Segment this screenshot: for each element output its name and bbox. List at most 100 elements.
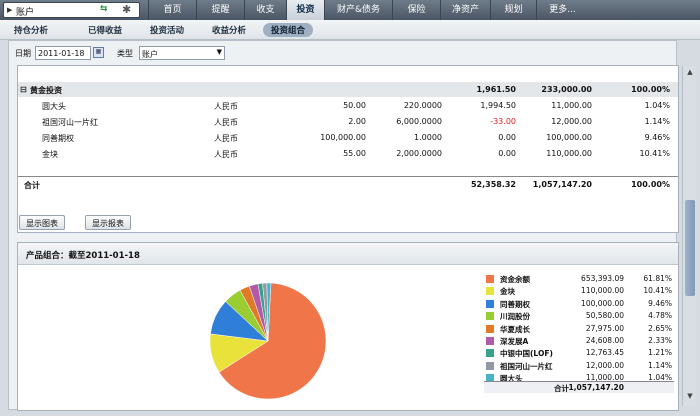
subnav-tab[interactable]: 持仓分析 [14, 24, 48, 36]
group-row: ⊟ 黄金投资 1,961.50 233,000.00 100.00% [18, 82, 678, 97]
legend-label: 资金余额 [500, 275, 530, 284]
legend-swatch [486, 349, 494, 358]
holdings-table: ⊟ 黄金投资 1,961.50 233,000.00 100.00% 圆大头 人民币 50.0… [17, 65, 679, 233]
type-select-value: 账户 [142, 50, 158, 59]
group-gain: 1,961.50 [476, 85, 516, 94]
legend-value: 100,000.00 [581, 298, 624, 308]
gear-icon[interactable]: ✱ [122, 3, 136, 17]
show-chart-button[interactable]: 显示图表 [19, 215, 65, 230]
group-value: 233,000.00 [541, 85, 592, 94]
legend-swatch [486, 361, 494, 370]
nav-item[interactable]: 更多... [536, 0, 588, 20]
gain: 0.00 [498, 133, 516, 142]
scroll-down-icon[interactable]: ▼ [685, 392, 695, 402]
legend-item: 华夏成长 27,975.00 2.65% [484, 323, 674, 335]
scroll-up-icon[interactable]: ▲ [685, 68, 695, 78]
type-label: 类型 [117, 49, 133, 58]
type-select[interactable]: 账户 ▼ [139, 46, 225, 60]
nav-item[interactable]: 财产&债务 [324, 0, 392, 20]
total-row: 合计 52,358.32 1,057,147.20 100.00% [18, 176, 678, 191]
legend-value: 110,000.00 [581, 286, 624, 296]
currency: 人民币 [214, 118, 238, 127]
vertical-scrollbar[interactable]: ▲ ▼ [682, 66, 696, 406]
chevron-down-icon[interactable]: ▼ [217, 48, 222, 56]
quantity: 100,000.00 [320, 133, 366, 142]
quantity: 50.00 [343, 101, 366, 110]
quantity: 2.00 [348, 117, 366, 126]
legend-total-label: 合计 [554, 383, 569, 393]
quantity: 55.00 [343, 149, 366, 158]
nav-item[interactable]: 保险 [392, 0, 440, 20]
legend-swatch [486, 324, 494, 333]
table-row: 祖国河山一片红 人民币 2.00 6,000.0000 -33.00 12,000.00 1… [18, 114, 678, 129]
date-label: 日期 [15, 49, 31, 58]
sync-icon[interactable]: ⇆ [100, 4, 114, 16]
legend-percent: 1.21% [648, 348, 672, 358]
portfolio-chart-panel: 产品组合：截至2011-01-18 资金余额 653,393.09 61.81% 金块… [17, 242, 679, 411]
legend-percent: 4.78% [648, 311, 672, 321]
table-row: 同善期权 人民币 100,000.00 1.0000 0.00 100,000.00 9.4… [18, 130, 678, 145]
legend-value: 653,393.09 [581, 274, 624, 283]
price: 2,000.0000 [396, 149, 442, 158]
calendar-icon[interactable]: ▦ [93, 47, 104, 58]
date-input[interactable]: 2011-01-18 [35, 46, 91, 60]
holding-name: 同善期权 [42, 134, 74, 143]
main-nav: 首页 提醒 收支 投资 财产&债务 保险 净资产 规划 更多... [148, 0, 588, 20]
holding-name: 祖国河山一片红 [42, 118, 98, 127]
market-value: 12,000.00 [551, 117, 592, 126]
legend-swatch [486, 299, 494, 308]
top-bar: ▶ 账户 ⇆ ✱ 首页 提醒 收支 投资 财产&债务 保险 净资产 规划 更多... [0, 0, 700, 20]
total-pct: 100.00% [631, 180, 670, 189]
subnav-tab[interactable]: 已得收益 [88, 24, 122, 36]
legend-label: 金块 [500, 287, 515, 297]
legend-item: 金块 110,000.00 10.41% [484, 285, 674, 297]
legend-percent: 2.65% [648, 323, 672, 333]
legend-label: 同善期权 [500, 299, 530, 309]
percent: 9.46% [644, 133, 670, 142]
percent: 10.41% [639, 149, 670, 158]
legend-value: 27,975.00 [585, 323, 624, 333]
scroll-thumb[interactable] [685, 200, 695, 296]
legend-label: 中银中国(LOF) [500, 349, 553, 359]
subnav-tab[interactable]: 收益分析 [212, 24, 246, 36]
price: 220.0000 [403, 101, 442, 110]
nav-item[interactable]: 首页 [148, 0, 196, 20]
collapse-icon[interactable]: ⊟ [20, 85, 27, 94]
total-label: 合计 [24, 181, 40, 190]
legend-percent: 2.33% [648, 336, 672, 345]
filter-bar: 日期 2011-01-18 ▦ 类型 账户 ▼ [9, 44, 676, 62]
legend-swatch [486, 337, 494, 345]
nav-item[interactable]: 净资产 [440, 0, 490, 20]
legend-value: 24,608.00 [585, 336, 624, 345]
subnav-tab[interactable]: 投资组合 [263, 23, 314, 37]
nav-item[interactable]: 收支 [244, 0, 286, 20]
total-gain: 52,358.32 [470, 180, 516, 189]
table-row: 金块 人民币 55.00 2,000.0000 0.00 110,000.00 10.41% [18, 146, 678, 161]
legend-percent: 10.41% [643, 286, 672, 296]
nav-item[interactable]: 投资 [286, 0, 324, 20]
table-row: 圆大头 人民币 50.00 220.0000 1,994.50 11,000.00 1.04… [18, 98, 678, 113]
legend-percent: 61.81% [643, 274, 672, 283]
market-value: 100,000.00 [546, 133, 592, 142]
nav-item[interactable]: 规划 [490, 0, 536, 20]
market-value: 110,000.00 [546, 149, 592, 158]
show-table-button[interactable]: 显示报表 [85, 215, 131, 230]
expand-arrow-icon[interactable]: ▶ [7, 6, 12, 14]
legend-label: 深发展A [500, 337, 529, 346]
legend-item: 中银中国(LOF) 12,763.45 1.21% [484, 347, 674, 359]
nav-item[interactable]: 提醒 [196, 0, 244, 20]
percent: 1.14% [644, 117, 670, 126]
legend-value: 12,763.45 [585, 348, 624, 358]
account-selector[interactable]: ▶ 账户 ⇆ ✱ [3, 2, 140, 18]
account-label: 账户 [16, 8, 35, 18]
legend-percent: 1.14% [648, 360, 672, 370]
subnav-tab[interactable]: 投资活动 [150, 24, 184, 36]
legend-label: 川润股份 [500, 312, 530, 322]
gain: -33.00 [490, 117, 516, 126]
legend-item: 川润股份 50,580.00 4.78% [484, 310, 674, 322]
group-label: 黄金投资 [30, 86, 62, 95]
market-value: 11,000.00 [551, 101, 592, 110]
group-pct: 100.00% [631, 85, 670, 94]
legend-label: 华夏成长 [500, 324, 530, 334]
legend-swatch [486, 312, 494, 321]
